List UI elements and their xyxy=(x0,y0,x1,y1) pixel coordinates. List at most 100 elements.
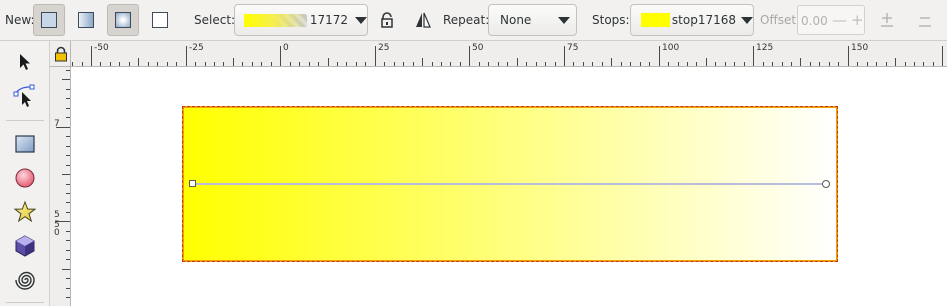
ruler-tick xyxy=(479,62,480,66)
offset-decrement[interactable]: — xyxy=(832,13,847,28)
repeat-combo[interactable]: None xyxy=(488,4,577,36)
gradient-select-combo[interactable]: 17172 xyxy=(234,4,368,36)
ruler-tick xyxy=(564,46,565,66)
reverse-gradient-button[interactable] xyxy=(413,10,433,30)
ruler-tick xyxy=(640,62,641,66)
insert-stop-button[interactable] xyxy=(877,10,897,30)
ruler-tick xyxy=(129,62,130,66)
ruler-tick xyxy=(337,62,338,66)
rectangle-tool[interactable] xyxy=(9,128,41,160)
gradient-start-handle[interactable] xyxy=(189,180,196,187)
ruler-label: 5 xyxy=(54,210,60,220)
ruler-tick xyxy=(66,240,70,241)
gradient-end-handle[interactable] xyxy=(822,180,830,188)
ellipse-tool[interactable] xyxy=(9,162,41,194)
ruler-tick xyxy=(66,202,70,203)
ruler-corner-lock[interactable] xyxy=(50,41,71,67)
ruler-tick xyxy=(66,89,70,90)
radial-gradient-button[interactable] xyxy=(107,4,139,36)
new-on-stroke-button[interactable] xyxy=(144,4,176,36)
ruler-tick xyxy=(356,62,357,66)
ruler-tick xyxy=(66,108,70,109)
ruler-tick xyxy=(687,62,688,66)
ruler-tick xyxy=(261,62,262,66)
ruler-tick xyxy=(772,62,773,66)
ruler-tick xyxy=(441,62,442,66)
ruler-tick xyxy=(914,62,915,66)
ruler-tick xyxy=(66,212,70,213)
ruler-tick xyxy=(583,62,584,66)
ruler-tick xyxy=(876,62,877,66)
ruler-tick xyxy=(318,62,319,66)
ruler-tick xyxy=(394,62,395,66)
ruler-tick xyxy=(782,62,783,66)
ruler-tick xyxy=(252,62,253,66)
ruler-tick xyxy=(290,62,291,66)
toolbox xyxy=(0,41,50,306)
ruler-tick xyxy=(375,46,376,66)
ruler-tick xyxy=(611,58,612,66)
ruler-tick xyxy=(800,58,801,66)
ruler-tick xyxy=(422,58,423,66)
drawing-canvas[interactable] xyxy=(71,67,947,306)
ruler-tick xyxy=(66,259,70,260)
ruler-label: -50 xyxy=(94,43,109,53)
inkscape-window: New: Select: 17172 Repeat: None Stops: s… xyxy=(0,0,947,306)
ruler-tick xyxy=(66,250,70,251)
ruler-tick xyxy=(668,62,669,66)
ruler-tick xyxy=(66,155,70,156)
ruler-tick xyxy=(309,62,310,66)
spiral-tool[interactable] xyxy=(9,264,41,296)
ruler-tick xyxy=(545,62,546,66)
ruler-tick xyxy=(744,62,745,66)
node-tool[interactable] xyxy=(9,80,41,112)
ruler-tick xyxy=(867,62,868,66)
lock-gradient-button[interactable] xyxy=(377,10,397,30)
ruler-tick xyxy=(725,62,726,66)
offset-value: 0.00 xyxy=(801,14,828,28)
ruler-tick xyxy=(848,46,849,66)
ruler-tick xyxy=(138,58,139,66)
offset-increment[interactable]: + xyxy=(851,13,864,28)
ruler-tick xyxy=(66,146,70,147)
ruler-tick xyxy=(678,62,679,66)
ruler-tick xyxy=(66,117,70,118)
ruler-tick xyxy=(905,62,906,66)
node-arrow-icon xyxy=(13,84,35,107)
ruler-tick xyxy=(886,62,887,66)
arrow-icon xyxy=(20,54,30,70)
star-icon xyxy=(13,200,37,223)
delete-stop-button[interactable] xyxy=(915,10,935,30)
new-on-fill-button[interactable] xyxy=(33,4,65,36)
ruler-tick xyxy=(66,98,70,99)
ruler-tick xyxy=(233,58,234,66)
stops-label: Stops: xyxy=(592,13,630,27)
linear-gradient-button[interactable] xyxy=(70,4,102,36)
ruler-tick xyxy=(923,62,924,66)
horizontal-ruler[interactable]: -50 -25 0 25 50 75 100 125 150 xyxy=(71,41,947,67)
ruler-tick xyxy=(753,46,754,66)
ruler-tick xyxy=(82,62,83,66)
3d-box-tool[interactable] xyxy=(9,230,41,262)
repeat-value: None xyxy=(500,13,532,27)
ruler-tick xyxy=(649,62,650,66)
offset-spinbox[interactable]: 0.00 — + xyxy=(797,5,865,35)
linear-gradient-icon xyxy=(78,12,94,28)
circle-icon xyxy=(15,168,35,188)
ruler-tick xyxy=(734,62,735,66)
ruler-label: 0 xyxy=(283,43,289,53)
repeat-label: Repeat: xyxy=(443,13,490,27)
ruler-tick xyxy=(62,79,70,80)
chevron-down-icon xyxy=(558,16,571,24)
stops-combo[interactable]: stop17168 xyxy=(630,4,754,36)
flip-icon xyxy=(416,12,431,28)
ruler-label: 75 xyxy=(567,43,579,53)
ruler-tick xyxy=(66,278,70,279)
chevron-down-icon xyxy=(741,16,753,24)
vertical-ruler[interactable]: 7550 xyxy=(50,67,71,306)
gradient-vector-line[interactable] xyxy=(193,183,827,185)
star-tool[interactable] xyxy=(9,196,41,228)
ruler-tick xyxy=(942,46,943,66)
selector-tool[interactable] xyxy=(9,46,41,78)
ruler-tick xyxy=(66,136,70,137)
